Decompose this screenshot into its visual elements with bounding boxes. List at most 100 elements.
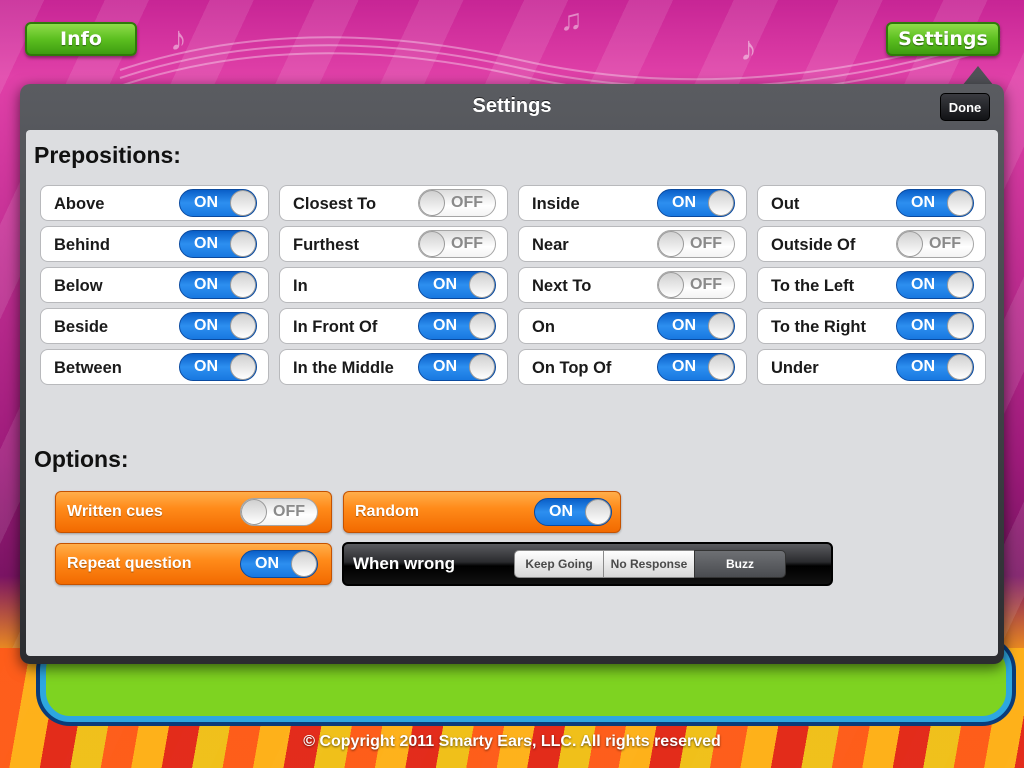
preposition-toggle[interactable]: ON bbox=[896, 312, 974, 340]
toggle-knob bbox=[230, 231, 256, 257]
preposition-toggle[interactable]: ON bbox=[179, 353, 257, 381]
preposition-toggle[interactable]: ON bbox=[418, 353, 496, 381]
preposition-row: Under ON bbox=[757, 349, 986, 385]
toggle-knob bbox=[230, 313, 256, 339]
preposition-row: Behind ON bbox=[40, 226, 269, 262]
toggle-state-text: OFF bbox=[451, 235, 483, 252]
toggle-knob bbox=[291, 551, 317, 577]
preposition-label: Outside Of bbox=[771, 236, 856, 254]
svg-text:♪: ♪ bbox=[170, 20, 187, 58]
popover-arrow bbox=[962, 66, 994, 86]
preposition-label: Near bbox=[532, 236, 569, 254]
prepositions-heading: Prepositions: bbox=[34, 142, 181, 168]
preposition-row: Furthest OFF bbox=[279, 226, 508, 262]
preposition-toggle[interactable]: ON bbox=[418, 312, 496, 340]
toggle-state-text: OFF bbox=[690, 276, 722, 293]
preposition-toggle[interactable]: ON bbox=[896, 189, 974, 217]
preposition-label: Closest To bbox=[293, 195, 377, 213]
preposition-label: Inside bbox=[532, 195, 580, 213]
segment-keep-going[interactable]: Keep Going bbox=[514, 550, 604, 578]
preposition-toggle[interactable]: ON bbox=[179, 312, 257, 340]
svg-text:♫: ♫ bbox=[560, 4, 583, 37]
toggle-knob bbox=[947, 354, 973, 380]
preposition-label: Under bbox=[771, 359, 819, 377]
preposition-label: On Top Of bbox=[532, 359, 612, 377]
preposition-toggle[interactable]: ON bbox=[896, 271, 974, 299]
preposition-row: In ON bbox=[279, 267, 508, 303]
toggle-knob bbox=[947, 313, 973, 339]
toggle-knob bbox=[947, 272, 973, 298]
toggle-knob bbox=[419, 231, 445, 257]
toggle-state-text: ON bbox=[194, 317, 218, 334]
preposition-toggle[interactable]: ON bbox=[657, 353, 735, 381]
preposition-row: Out ON bbox=[757, 185, 986, 221]
when-wrong-row: When wrong Keep Going No Response Buzz bbox=[342, 542, 833, 586]
segment-no-response[interactable]: No Response bbox=[603, 550, 695, 578]
preposition-toggle[interactable]: ON bbox=[418, 271, 496, 299]
toggle-knob bbox=[469, 272, 495, 298]
preposition-row: Outside Of OFF bbox=[757, 226, 986, 262]
toggle-knob bbox=[230, 272, 256, 298]
toggle-knob bbox=[241, 499, 267, 525]
written-cues-label: Written cues bbox=[67, 503, 163, 520]
preposition-label: On bbox=[532, 318, 555, 336]
preposition-row: Inside ON bbox=[518, 185, 747, 221]
toggle-knob bbox=[708, 354, 734, 380]
toggle-knob bbox=[897, 231, 923, 257]
preposition-label: To the Left bbox=[771, 277, 855, 295]
preposition-label: In bbox=[293, 277, 308, 295]
segment-buzz[interactable]: Buzz bbox=[694, 550, 786, 578]
toggle-knob bbox=[230, 354, 256, 380]
toggle-state-text: ON bbox=[672, 317, 696, 334]
preposition-row: In the Middle ON bbox=[279, 349, 508, 385]
settings-button[interactable]: Settings bbox=[886, 22, 1000, 56]
repeat-question-row: Repeat question ON bbox=[55, 543, 332, 585]
preposition-label: Above bbox=[54, 195, 105, 213]
preposition-label: In the Middle bbox=[293, 359, 394, 377]
options-heading: Options: bbox=[34, 446, 129, 472]
toggle-knob bbox=[230, 190, 256, 216]
when-wrong-label: When wrong bbox=[353, 554, 455, 573]
written-cues-toggle[interactable]: OFF bbox=[240, 498, 318, 526]
info-button[interactable]: Info bbox=[25, 22, 137, 56]
preposition-toggle[interactable]: OFF bbox=[896, 230, 974, 258]
toggle-state-text: ON bbox=[255, 555, 279, 572]
svg-text:♪: ♪ bbox=[740, 30, 757, 68]
random-toggle[interactable]: ON bbox=[534, 498, 612, 526]
toggle-state-text: ON bbox=[672, 194, 696, 211]
preposition-label: Behind bbox=[54, 236, 110, 254]
toggle-knob bbox=[658, 272, 684, 298]
toggle-state-text: ON bbox=[194, 276, 218, 293]
done-button[interactable]: Done bbox=[940, 93, 990, 121]
preposition-row: To the Right ON bbox=[757, 308, 986, 344]
preposition-toggle[interactable]: OFF bbox=[657, 230, 735, 258]
toggle-knob bbox=[708, 190, 734, 216]
preposition-label: Below bbox=[54, 277, 103, 295]
preposition-toggle[interactable]: OFF bbox=[418, 230, 496, 258]
preposition-label: Out bbox=[771, 195, 800, 213]
toggle-state-text: ON bbox=[433, 358, 457, 375]
music-notes-decoration: ♪ ♫ ♪ bbox=[119, 4, 1001, 90]
preposition-label: Beside bbox=[54, 318, 109, 336]
toggle-state-text: OFF bbox=[929, 235, 961, 252]
preposition-toggle[interactable]: ON bbox=[179, 189, 257, 217]
preposition-toggle[interactable]: ON bbox=[896, 353, 974, 381]
preposition-label: Furthest bbox=[293, 236, 359, 254]
toggle-knob bbox=[658, 231, 684, 257]
toggle-knob bbox=[947, 190, 973, 216]
preposition-toggle[interactable]: OFF bbox=[418, 189, 496, 217]
toggle-knob bbox=[585, 499, 611, 525]
preposition-label: Next To bbox=[532, 277, 592, 295]
preposition-row: Below ON bbox=[40, 267, 269, 303]
toggle-state-text: ON bbox=[194, 194, 218, 211]
preposition-toggle[interactable]: ON bbox=[179, 271, 257, 299]
random-label: Random bbox=[355, 503, 419, 520]
toggle-state-text: OFF bbox=[451, 194, 483, 211]
repeat-question-toggle[interactable]: ON bbox=[240, 550, 318, 578]
preposition-toggle[interactable]: OFF bbox=[657, 271, 735, 299]
toggle-state-text: ON bbox=[549, 503, 573, 520]
preposition-toggle[interactable]: ON bbox=[657, 312, 735, 340]
random-row: Random ON bbox=[343, 491, 621, 533]
preposition-toggle[interactable]: ON bbox=[179, 230, 257, 258]
preposition-toggle[interactable]: ON bbox=[657, 189, 735, 217]
